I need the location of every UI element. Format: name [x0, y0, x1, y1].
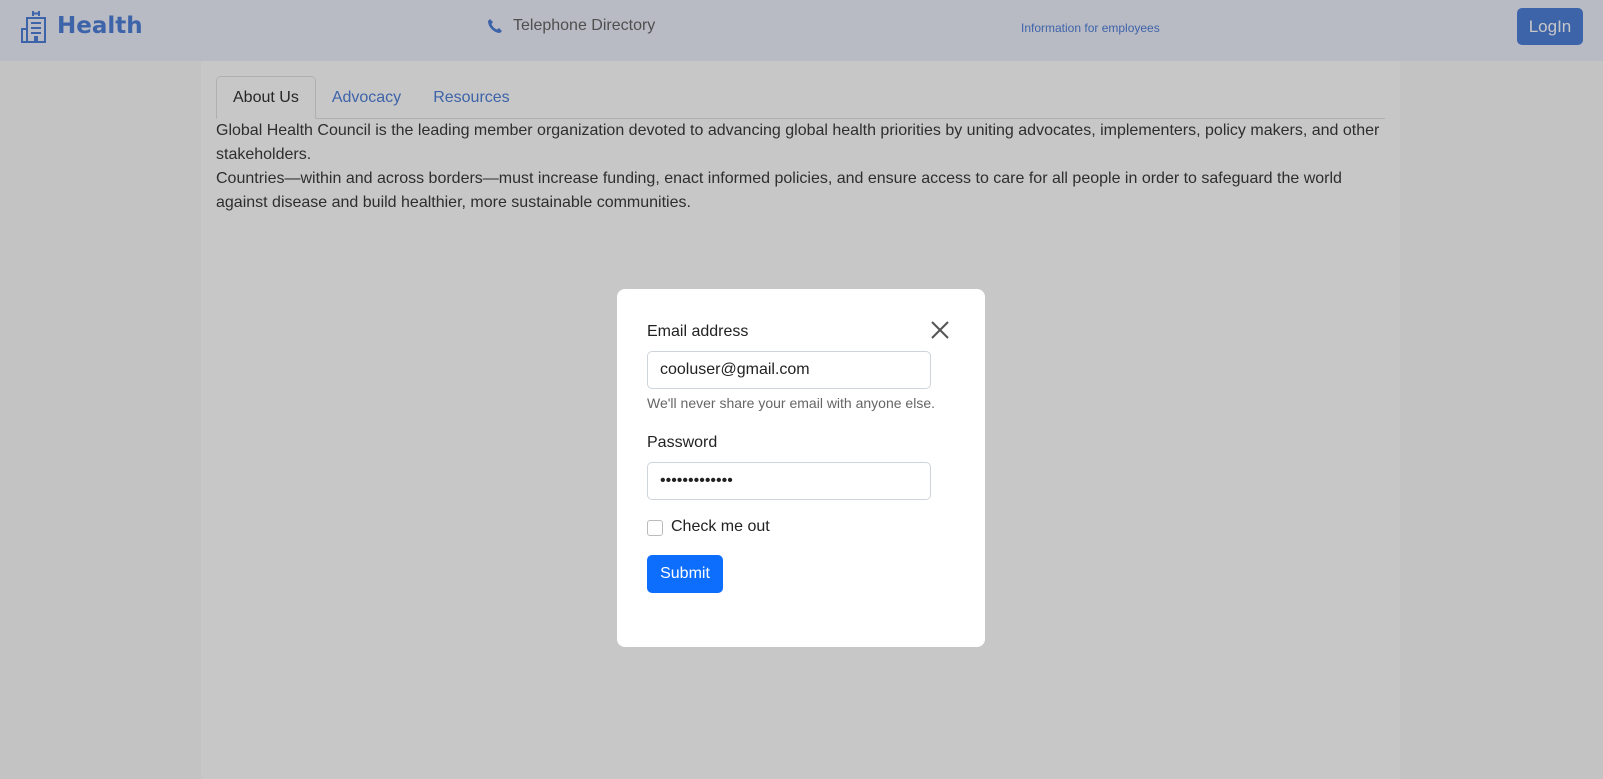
password-label: Password	[647, 434, 718, 451]
check-me-out-checkbox[interactable]	[647, 520, 663, 536]
login-modal: Email address We'll never share your ema…	[617, 289, 985, 647]
check-me-out-label[interactable]: Check me out	[671, 518, 770, 536]
close-icon[interactable]	[930, 320, 950, 340]
email-label: Email address	[647, 323, 749, 340]
submit-button[interactable]: Submit	[647, 555, 723, 593]
email-field[interactable]	[647, 351, 931, 389]
password-field[interactable]	[647, 462, 931, 500]
email-help-text: We'll never share your email with anyone…	[647, 395, 935, 411]
